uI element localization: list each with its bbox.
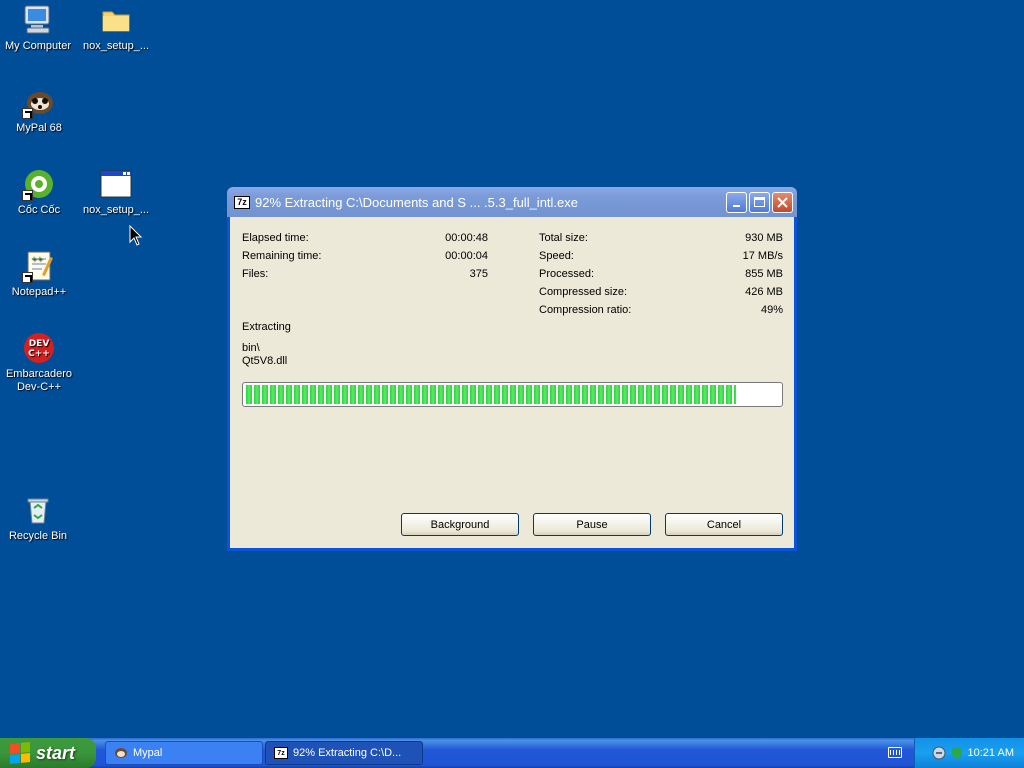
current-file: Qt5V8.dll — [242, 355, 288, 367]
desktop-icon-label: Recycle Bin — [8, 530, 68, 542]
stat-row-elapsed: Elapsed time: 00:00:48 — [242, 229, 488, 247]
stat-label: Compressed size: — [539, 286, 628, 298]
current-folder: bin\ — [242, 342, 260, 354]
desktop-icon-label: Cốc Cốc — [17, 204, 61, 216]
shortcut-arrow-icon — [22, 108, 33, 119]
stat-row-compression-ratio: Compression ratio: 49% — [539, 301, 783, 319]
minimize-button[interactable] — [726, 191, 747, 213]
notepadpp-icon: ++ — [22, 249, 56, 283]
start-label: start — [36, 742, 76, 763]
pause-button[interactable]: Pause — [533, 513, 651, 536]
start-button[interactable]: start — [0, 738, 96, 768]
svg-text:++: ++ — [31, 255, 43, 263]
extract-dialog-window: 7z 92% Extracting C:\Documents and S ...… — [227, 187, 797, 551]
desktop-icon-mypal[interactable]: MyPal 68 — [1, 85, 77, 135]
stat-label: Files: — [242, 268, 269, 280]
devcpp-icon: DEV C++ — [22, 331, 56, 365]
desktop-icon-recycle-bin[interactable]: Recycle Bin — [0, 493, 76, 543]
taskbar-item-7zip[interactable]: 7z 92% Extracting C:\D... — [265, 741, 423, 765]
folder-icon — [99, 3, 133, 37]
stat-value: 17 MB/s — [742, 250, 783, 262]
stat-row-processed: Processed: 855 MB — [539, 265, 783, 283]
maximize-button[interactable] — [749, 191, 770, 213]
minimize-icon — [727, 193, 746, 212]
windows-logo-icon — [10, 741, 30, 765]
stat-label: Speed: — [539, 250, 574, 262]
stat-value: 426 MB — [745, 286, 783, 298]
stat-row-remaining: Remaining time: 00:00:04 — [242, 247, 488, 265]
size-stats: Total size: 930 MB Speed: 17 MB/s Proces… — [539, 229, 783, 319]
desktop-icon-notepadpp[interactable]: ++ Notepad++ — [1, 249, 77, 299]
desktop-icon-my-computer[interactable]: My Computer — [0, 3, 76, 53]
dialog-body: Elapsed time: 00:00:48 Remaining time: 0… — [230, 217, 794, 548]
stat-label: Elapsed time: — [242, 232, 309, 244]
svg-text:C++: C++ — [28, 349, 50, 359]
desktop-icon-label: nox_setup_... — [82, 204, 150, 216]
taskbar-item-label: Mypal — [133, 747, 163, 759]
taskbar-item-label: 92% Extracting C:\D... — [293, 747, 402, 759]
clock[interactable]: 10:21 AM — [968, 747, 1014, 759]
shortcut-arrow-icon — [22, 272, 33, 283]
desktop-icon-devcpp[interactable]: DEV C++ Embarcadero Dev-C++ — [1, 331, 77, 394]
svg-text:DEV: DEV — [29, 339, 50, 349]
stat-value: 00:00:04 — [445, 250, 488, 262]
window-app-icon — [99, 167, 133, 201]
desktop-icon-label: nox_setup_... — [82, 40, 150, 52]
network-icon[interactable] — [932, 746, 946, 760]
desktop-icon-label: MyPal 68 — [16, 122, 62, 134]
coccoc-icon — [22, 167, 56, 201]
stat-row-total-size: Total size: 930 MB — [539, 229, 783, 247]
desktop-icon-label: My Computer — [4, 40, 72, 52]
desktop-icon-label: Embarcadero Dev-C++ — [5, 368, 73, 393]
7zip-icon: 7z — [234, 195, 250, 209]
stat-value: 49% — [760, 304, 783, 316]
time-stats: Elapsed time: 00:00:48 Remaining time: 0… — [242, 229, 488, 283]
stat-value: 855 MB — [745, 268, 783, 280]
stat-label: Processed: — [539, 268, 595, 280]
security-shield-icon[interactable] — [950, 746, 964, 760]
progress-bar — [242, 382, 783, 407]
taskbar: start Mypal 7z 92% Extracting C:\D... 10… — [0, 738, 1024, 768]
close-button[interactable] — [772, 191, 793, 213]
mypal-icon — [114, 747, 128, 759]
taskbar-item-mypal[interactable]: Mypal — [105, 741, 263, 765]
close-icon — [773, 193, 792, 212]
dialog-titlebar[interactable]: 7z 92% Extracting C:\Documents and S ...… — [227, 187, 797, 217]
stat-row-files: Files: 375 — [242, 265, 488, 283]
mouse-cursor-icon — [129, 225, 143, 246]
stat-value: 00:00:48 — [445, 232, 488, 244]
7zip-icon: 7z — [274, 747, 288, 759]
stat-label: Remaining time: — [242, 250, 322, 262]
mypal-icon — [22, 85, 56, 119]
dialog-title: 92% Extracting C:\Documents and S ... .5… — [255, 194, 579, 210]
progress-fill — [246, 385, 737, 404]
keyboard-icon[interactable] — [888, 747, 902, 758]
shortcut-arrow-icon — [22, 190, 33, 201]
cancel-button[interactable]: Cancel — [665, 513, 783, 536]
desktop-icon-label: Notepad++ — [11, 286, 67, 298]
stat-value: 375 — [469, 268, 488, 280]
stat-label: Total size: — [539, 232, 588, 244]
stat-row-compressed-size: Compressed size: 426 MB — [539, 283, 783, 301]
stat-row-speed: Speed: 17 MB/s — [539, 247, 783, 265]
recycle-bin-icon — [21, 493, 55, 527]
desktop-icon-nox-folder[interactable]: nox_setup_... — [78, 3, 154, 53]
background-button[interactable]: Background — [401, 513, 519, 536]
stat-value: 930 MB — [745, 232, 783, 244]
status-label: Extracting — [242, 321, 291, 333]
stat-label: Compression ratio: — [539, 304, 632, 316]
maximize-icon — [750, 193, 769, 212]
system-tray: 10:21 AM — [914, 738, 1024, 768]
desktop-icon-nox-setup[interactable]: nox_setup_... — [78, 167, 154, 217]
my-computer-icon — [21, 3, 55, 37]
desktop-icon-coccoc[interactable]: Cốc Cốc — [1, 167, 77, 217]
